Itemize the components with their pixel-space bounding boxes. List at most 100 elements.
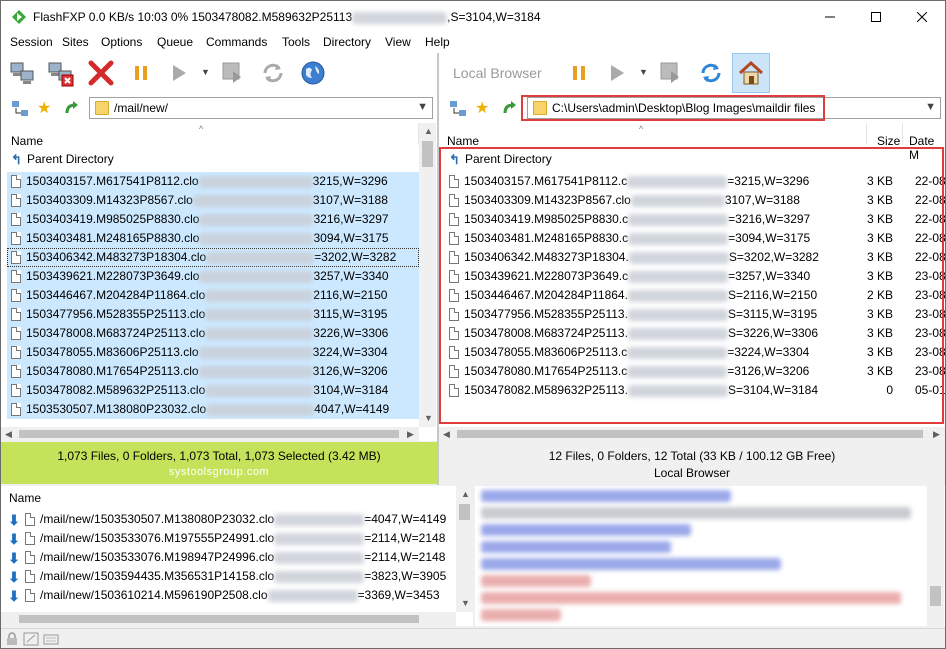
redacted-hostname <box>274 551 365 564</box>
menu-sites[interactable]: Sites <box>62 35 89 49</box>
file-icon <box>25 551 35 565</box>
file-row[interactable]: 1503478080.M17654P25113.clo 3126,W=3206 <box>7 362 419 381</box>
file-row[interactable]: 1503478082.M589632P25113.clo 3104,W=3184 <box>7 381 419 400</box>
home-icon <box>738 60 764 85</box>
pause-button-right[interactable] <box>563 57 595 89</box>
disconnect-button[interactable] <box>45 57 77 89</box>
scroll-up-icon[interactable]: ▲ <box>424 126 433 136</box>
site-manager-icon[interactable] <box>11 100 29 118</box>
chevron-down-icon[interactable]: ▼ <box>925 101 936 113</box>
file-row[interactable]: 1503477956.M528355P25113.clo 3115,W=3195 <box>7 305 419 324</box>
refresh-button[interactable] <box>257 57 289 89</box>
scroll-down-icon[interactable]: ▼ <box>424 413 433 423</box>
menu-help[interactable]: Help <box>425 35 450 49</box>
file-icon <box>11 232 21 246</box>
file-icon <box>11 403 21 417</box>
file-icon <box>11 289 21 303</box>
scroll-right-icon[interactable]: ▶ <box>407 429 414 440</box>
log-vertical-scrollbar[interactable] <box>927 486 944 626</box>
scroll-down-icon[interactable]: ▼ <box>461 598 470 608</box>
file-row[interactable]: 1503403309.M14323P8567.clo 3107,W=3188 <box>7 191 419 210</box>
menu-directory[interactable]: Directory <box>323 35 371 49</box>
file-name-start: 1503406342.M483273P18304.clo <box>26 250 207 264</box>
queue-vertical-scrollbar[interactable]: ▲ ▼ <box>456 486 473 612</box>
chevron-down-icon[interactable]: ▼ <box>417 101 428 113</box>
remote-horizontal-scrollbar[interactable]: ◀ ▶ <box>1 427 419 441</box>
file-name-end: 3104,W=3184 <box>313 383 389 397</box>
queue-column-header-name[interactable]: Name <box>1 486 456 508</box>
column-header-size[interactable]: Size <box>867 123 903 148</box>
menu-view[interactable]: View <box>385 35 411 49</box>
file-name-end: =4047,W=4149 <box>364 512 447 526</box>
refresh-button-right[interactable] <box>695 57 727 89</box>
play-dropdown-icon[interactable]: ▼ <box>201 67 210 77</box>
scrollbar-thumb[interactable] <box>19 615 419 623</box>
file-row[interactable]: 1503403157.M617541P8112.clo 3215,W=3296 <box>7 172 419 191</box>
queue-horizontal-scrollbar[interactable] <box>1 612 456 626</box>
pause-button[interactable] <box>125 57 157 89</box>
pause-icon <box>135 66 147 80</box>
column-header-name[interactable]: Name <box>1 123 419 148</box>
site-manager-icon[interactable] <box>449 100 467 118</box>
close-button[interactable] <box>899 1 945 33</box>
scrollbar-thumb[interactable] <box>19 430 399 438</box>
menu-options[interactable]: Options <box>101 35 142 49</box>
file-name-start: /mail/new/1503594435.M356531P14158.clo <box>40 569 275 583</box>
file-name-start: /mail/new/1503533076.M198947P24996.clo <box>40 550 275 564</box>
file-row[interactable]: 1503403481.M248165P8830.clo 3094,W=3175 <box>7 229 419 248</box>
file-row[interactable]: 1503446467.M204284P11864.clo 2116,W=2150 <box>7 286 419 305</box>
download-arrow-icon: ⬇ <box>8 587 20 604</box>
file-row[interactable]: 1503403419.M985025P8830.clo 3216,W=3297 <box>7 210 419 229</box>
local-horizontal-scrollbar[interactable]: ◀ ▶ <box>439 427 945 441</box>
home-button[interactable] <box>732 53 770 93</box>
menu-queue[interactable]: Queue <box>157 35 193 49</box>
file-row[interactable]: ⬇ /mail/new/1503533076.M198947P24996.clo =… <box>5 548 455 567</box>
up-folder-arrow-icon[interactable] <box>501 99 519 117</box>
transfer-queue-button-right[interactable] <box>601 57 633 89</box>
file-row[interactable]: 1503439621.M228073P3649.clo 3257,W=3340 <box>7 267 419 286</box>
scroll-left-icon[interactable]: ◀ <box>443 429 450 440</box>
globe-button[interactable] <box>297 57 329 89</box>
scroll-up-icon[interactable]: ▲ <box>461 489 470 499</box>
menu-session[interactable]: Session <box>10 35 53 49</box>
scrollbar-thumb[interactable] <box>422 141 433 167</box>
column-header-date[interactable]: Date M <box>904 123 945 162</box>
scroll-right-icon[interactable]: ▶ <box>933 429 940 440</box>
file-row[interactable]: ⬇ /mail/new/1503610214.M596190P2508.clo =3… <box>5 586 455 605</box>
menu-commands[interactable]: Commands <box>206 35 267 49</box>
column-header-name[interactable]: Name <box>439 123 867 148</box>
scrollbar-thumb[interactable] <box>930 586 941 606</box>
scrollbar-thumb[interactable] <box>459 504 470 520</box>
file-row[interactable]: 1503478008.M683724P25113.clo 3226,W=3306 <box>7 324 419 343</box>
redacted-hostname <box>192 194 313 207</box>
favorites-star-icon[interactable]: ★ <box>37 98 51 118</box>
abort-button[interactable] <box>85 57 117 89</box>
file-row[interactable]: ⬇ /mail/new/1503594435.M356531P14158.clo =… <box>5 567 455 586</box>
connect-button[interactable] <box>7 57 39 89</box>
file-row[interactable]: ⬇ /mail/new/1503530507.M138080P23032.clo =… <box>5 510 455 529</box>
menu-tools[interactable]: Tools <box>282 35 310 49</box>
file-row[interactable]: 1503530507.M138080P23032.clo 4047,W=4149 <box>7 400 419 419</box>
remote-vertical-scrollbar[interactable]: ▲ ▼ <box>419 123 436 427</box>
redacted-hostname <box>206 403 315 416</box>
play-dropdown-icon[interactable]: ▼ <box>639 67 648 77</box>
file-name-start: /mail/new/1503530507.M138080P23032.clo <box>40 512 275 526</box>
remote-path-combo[interactable]: /mail/new/ ▼ <box>89 97 433 119</box>
scroll-left-icon[interactable]: ◀ <box>5 429 12 440</box>
file-row[interactable]: 1503478055.M83606P25113.clo 3224,W=3304 <box>7 343 419 362</box>
transfer-queue-button[interactable] <box>163 57 195 89</box>
file-row[interactable]: 1503406342.M483273P18304.clo =3202,W=3282 <box>7 248 419 267</box>
parent-directory-row[interactable]: ↰ Parent Directory <box>11 152 114 171</box>
minimize-button[interactable] <box>807 1 853 33</box>
scrollbar-thumb[interactable] <box>457 430 923 438</box>
transfer-button-right[interactable] <box>655 57 687 89</box>
refresh-transfer-button[interactable] <box>217 57 249 89</box>
parent-directory-icon: ↰ <box>11 151 22 167</box>
maximize-button[interactable] <box>853 1 899 33</box>
up-folder-arrow-icon[interactable] <box>63 99 81 117</box>
file-row[interactable]: ⬇ /mail/new/1503533076.M197555P24991.clo =… <box>5 529 455 548</box>
right-toolbar: Local Browser ▼ <box>439 53 945 93</box>
favorites-star-icon[interactable]: ★ <box>475 98 489 118</box>
maximize-icon <box>871 12 881 22</box>
file-name-end: 3094,W=3175 <box>313 231 389 245</box>
